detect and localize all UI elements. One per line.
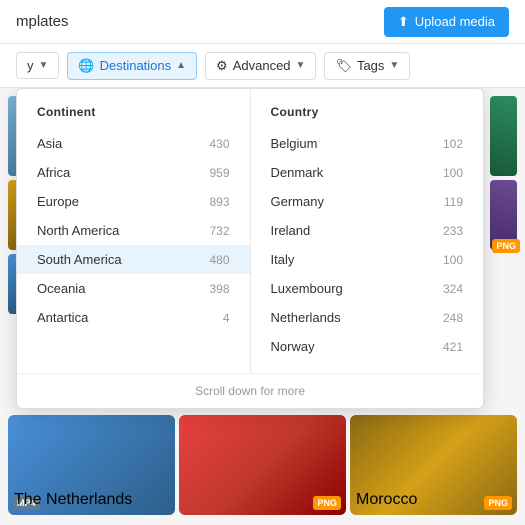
thumbnail-morocco[interactable]: PNG Morocco <box>350 415 517 515</box>
continent-item-south-america[interactable]: South America 480 <box>17 245 250 274</box>
upload-label: Upload media <box>415 14 495 29</box>
country-count-luxembourg: 324 <box>443 282 463 296</box>
filter-destinations-label: Destinations <box>100 58 172 73</box>
filter-tags-label: Tags <box>357 58 384 73</box>
chevron-down-icon-3: ▼ <box>389 60 399 71</box>
continent-name-europe: Europe <box>37 194 79 209</box>
continent-name-africa: Africa <box>37 165 70 180</box>
country-item-germany[interactable]: Germany 119 <box>251 187 484 216</box>
header: mplates ⬆ Upload media <box>0 0 525 44</box>
continent-name-asia: Asia <box>37 136 62 151</box>
continent-item-antartica[interactable]: Antartica 4 <box>17 303 250 332</box>
country-item-netherlands[interactable]: Netherlands 248 <box>251 303 484 332</box>
scroll-hint: Scroll down for more <box>17 373 483 408</box>
country-name-germany: Germany <box>271 194 324 209</box>
continent-item-africa[interactable]: Africa 959 <box>17 158 250 187</box>
dropdown-columns: Continent Asia 430 Africa 959 Europe 893… <box>17 89 483 373</box>
filter-advanced-button[interactable]: ⚙ Advanced ▼ <box>205 52 316 80</box>
country-name-luxembourg: Luxembourg <box>271 281 343 296</box>
country-item-italy[interactable]: Italy 100 <box>251 245 484 274</box>
page-title: mplates <box>16 13 69 30</box>
filter-advanced-label: Advanced <box>233 58 291 73</box>
continent-count-asia: 430 <box>209 137 229 151</box>
png-badge-mid: PNG <box>313 496 341 510</box>
right-image-strip: PNG <box>490 88 525 258</box>
thumbnail-netherlands-label: The Netherlands <box>14 491 132 509</box>
continent-count-south-america: 480 <box>209 253 229 267</box>
thumbnail-netherlands[interactable]: MP4 The Netherlands <box>8 415 175 515</box>
country-item-luxembourg[interactable]: Luxembourg 324 <box>251 274 484 303</box>
continent-name-south-america: South America <box>37 252 122 267</box>
thumbnail-row: MP4 The Netherlands PNG PNG Morocco <box>0 415 525 525</box>
upload-icon: ⬆ <box>398 14 409 30</box>
country-column-header: Country <box>251 101 484 129</box>
continent-item-asia[interactable]: Asia 430 <box>17 129 250 158</box>
country-item-denmark[interactable]: Denmark 100 <box>251 158 484 187</box>
continent-name-oceania: Oceania <box>37 281 85 296</box>
country-count-ireland: 233 <box>443 224 463 238</box>
country-name-italy: Italy <box>271 252 295 267</box>
continent-column-header: Continent <box>17 101 250 129</box>
country-count-netherlands: 248 <box>443 311 463 325</box>
upload-button[interactable]: ⬆ Upload media <box>384 7 509 37</box>
continent-count-north-america: 732 <box>209 224 229 238</box>
continent-item-north-america[interactable]: North America 732 <box>17 216 250 245</box>
filter-type-button[interactable]: y ▼ <box>16 52 59 79</box>
filter-type-label: y <box>27 58 34 73</box>
filter-tags-button[interactable]: 🏷 Tags ▼ <box>324 52 410 80</box>
right-thumb-1: PNG <box>490 96 517 176</box>
continent-count-africa: 959 <box>209 166 229 180</box>
chevron-down-icon: ▼ <box>39 60 49 71</box>
continent-column: Continent Asia 430 Africa 959 Europe 893… <box>17 89 251 373</box>
destinations-dropdown: Continent Asia 430 Africa 959 Europe 893… <box>16 88 484 409</box>
country-column: Country Belgium 102 Denmark 100 Germany … <box>251 89 484 373</box>
continent-item-oceania[interactable]: Oceania 398 <box>17 274 250 303</box>
country-count-denmark: 100 <box>443 166 463 180</box>
country-count-germany: 119 <box>444 195 463 209</box>
country-count-italy: 100 <box>443 253 463 267</box>
sliders-icon: ⚙ <box>216 58 228 74</box>
country-item-norway[interactable]: Norway 421 <box>251 332 484 361</box>
country-name-belgium: Belgium <box>271 136 318 151</box>
country-count-norway: 421 <box>443 340 463 354</box>
country-count-belgium: 102 <box>443 137 463 151</box>
country-name-norway: Norway <box>271 339 315 354</box>
country-name-denmark: Denmark <box>271 165 324 180</box>
continent-count-oceania: 398 <box>209 282 229 296</box>
thumbnail-morocco-label: Morocco <box>356 491 417 509</box>
thumbnail-flower-fields[interactable]: PNG <box>179 415 346 515</box>
filter-bar: y ▼ 🌐 Destinations ▲ ⚙ Advanced ▼ 🏷 Tags… <box>0 44 525 88</box>
country-item-ireland[interactable]: Ireland 233 <box>251 216 484 245</box>
chevron-down-icon-2: ▼ <box>296 60 306 71</box>
country-name-ireland: Ireland <box>271 223 311 238</box>
filter-destinations-button[interactable]: 🌐 Destinations ▲ <box>67 52 197 80</box>
country-name-netherlands: Netherlands <box>271 310 341 325</box>
png-badge-right: PNG <box>492 239 520 253</box>
continent-name-north-america: North America <box>37 223 119 238</box>
globe-icon: 🌐 <box>78 58 94 74</box>
main-content: PNG Continent Asia 430 Africa 959 Europe… <box>0 88 525 525</box>
png-badge-morocco: PNG <box>484 496 512 510</box>
continent-name-antartica: Antartica <box>37 310 88 325</box>
continent-count-europe: 893 <box>209 195 229 209</box>
chevron-up-icon: ▲ <box>176 60 186 71</box>
tag-icon: 🏷 <box>335 58 352 74</box>
country-item-belgium[interactable]: Belgium 102 <box>251 129 484 158</box>
continent-count-antartica: 4 <box>223 311 230 325</box>
continent-item-europe[interactable]: Europe 893 <box>17 187 250 216</box>
